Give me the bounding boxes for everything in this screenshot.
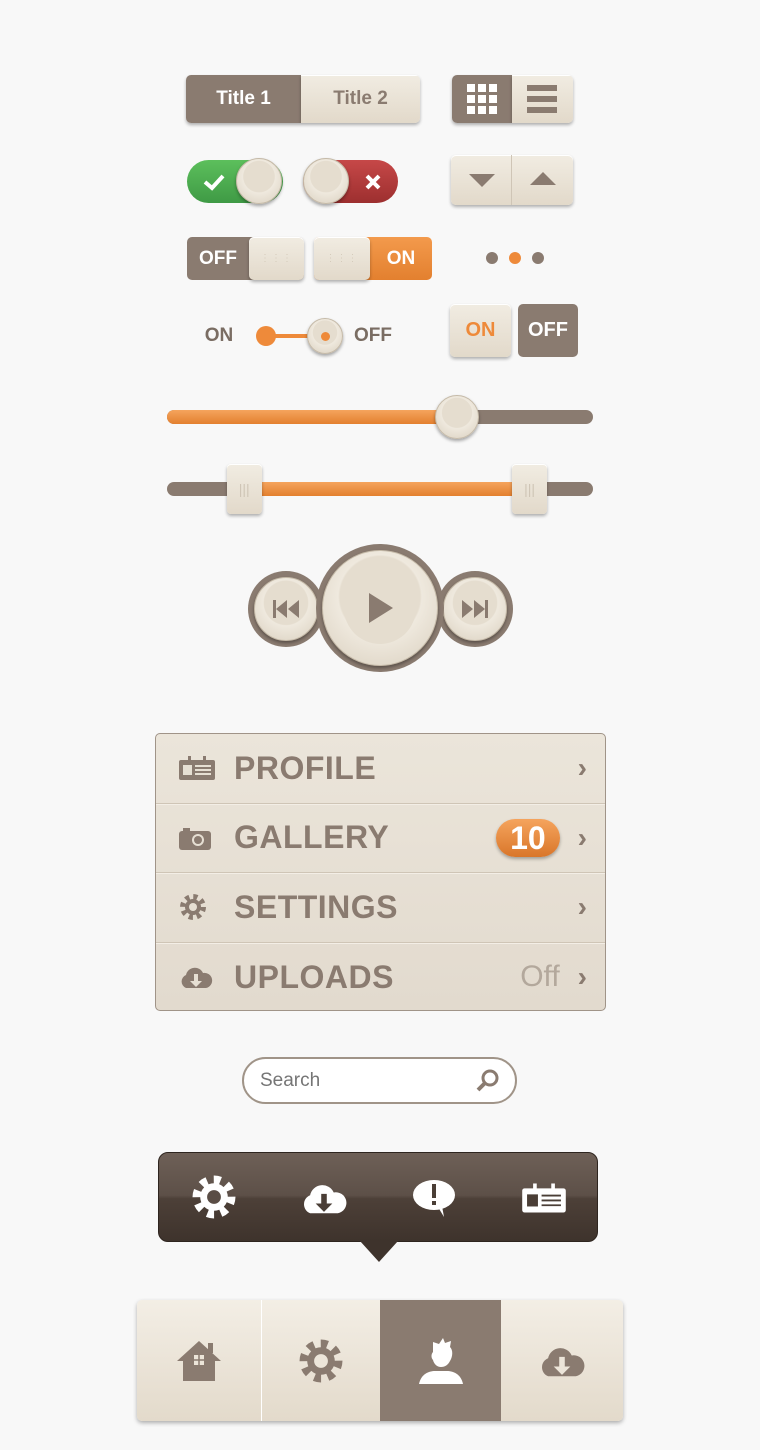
- next-button[interactable]: [437, 571, 513, 647]
- slider-knob[interactable]: [434, 395, 479, 439]
- previous-icon: [273, 600, 299, 618]
- cloud-download-icon: [181, 968, 213, 989]
- id-card-icon: [179, 756, 215, 781]
- switch-handle[interactable]: ⋮⋮⋮: [314, 237, 370, 280]
- menu-list: PROFILE › GALLERY 10 › SETTINGS › UPLOAD…: [155, 733, 606, 1011]
- count-badge: 10: [496, 818, 560, 857]
- grid-view-button[interactable]: [452, 75, 512, 123]
- menu-item-label: UPLOADS: [234, 958, 394, 995]
- play-button[interactable]: [316, 544, 444, 672]
- stepper-arrows: [451, 155, 573, 205]
- off-label: OFF: [199, 247, 237, 269]
- menu-item-profile[interactable]: PROFILE ›: [156, 734, 605, 804]
- gear-icon[interactable]: [191, 1174, 237, 1220]
- camera-icon: [179, 827, 211, 850]
- chevron-right-icon: ›: [577, 961, 587, 993]
- tab-downloads[interactable]: [501, 1300, 623, 1421]
- search-box: [242, 1057, 517, 1104]
- cloud-download-icon[interactable]: [299, 1179, 349, 1217]
- cloud-download-icon: [541, 1347, 585, 1376]
- segmented-control: Title 1 Title 2: [186, 75, 420, 123]
- grid-icon: [467, 84, 497, 114]
- list-icon: [527, 85, 557, 113]
- search-icon[interactable]: [475, 1068, 501, 1094]
- previous-button[interactable]: [248, 571, 324, 647]
- off-switch[interactable]: OFF ⋮⋮⋮: [187, 237, 304, 280]
- tab-title-1[interactable]: Title 1: [186, 75, 301, 123]
- tab-home[interactable]: [137, 1300, 262, 1421]
- next-icon: [462, 600, 488, 618]
- popover-pointer: [360, 1241, 398, 1262]
- id-card-icon[interactable]: [521, 1182, 567, 1214]
- up-button[interactable]: [512, 155, 573, 205]
- toggle-knob[interactable]: [303, 158, 349, 204]
- switch-knob[interactable]: [307, 318, 343, 354]
- popover-toolbar: [158, 1152, 598, 1242]
- slider[interactable]: [167, 395, 593, 439]
- on-button[interactable]: ON: [450, 304, 511, 357]
- range-fill: [243, 482, 530, 496]
- on-label: ON: [386, 247, 416, 269]
- gear-icon: [299, 1339, 343, 1382]
- menu-item-label: GALLERY: [234, 819, 390, 856]
- chevron-right-icon: ›: [577, 891, 587, 923]
- mini-off-label: OFF: [354, 325, 392, 346]
- mini-on-label: ON: [204, 325, 234, 346]
- list-view-button[interactable]: [512, 75, 573, 123]
- chevron-down-icon: [469, 174, 495, 187]
- chevron-up-icon: [530, 172, 556, 185]
- close-icon: [365, 174, 381, 190]
- down-button[interactable]: [451, 155, 512, 205]
- alert-bubble-icon[interactable]: [412, 1179, 456, 1219]
- cross-toggle[interactable]: [303, 158, 398, 204]
- menu-item-value: Off: [520, 960, 560, 994]
- home-icon: [177, 1340, 221, 1381]
- menu-item-settings[interactable]: SETTINGS ›: [156, 873, 605, 943]
- tab-bar: [137, 1300, 623, 1421]
- range-handle-low[interactable]: |||: [226, 464, 262, 514]
- media-controls: [248, 544, 513, 674]
- check-toggle[interactable]: [187, 158, 283, 204]
- check-icon: [203, 174, 225, 191]
- chevron-right-icon: ›: [577, 821, 587, 853]
- menu-item-gallery[interactable]: GALLERY 10 ›: [156, 804, 605, 873]
- page-dot-active[interactable]: [509, 252, 521, 264]
- chevron-right-icon: ›: [577, 752, 587, 784]
- toggle-knob[interactable]: [236, 158, 282, 204]
- off-button[interactable]: OFF: [518, 304, 578, 357]
- range-handle-high[interactable]: |||: [512, 464, 548, 514]
- page-dots: [486, 252, 546, 264]
- menu-item-uploads[interactable]: UPLOADS Off ›: [156, 943, 605, 1011]
- user-icon: [418, 1337, 463, 1384]
- play-icon: [369, 593, 393, 623]
- page-dot[interactable]: [532, 252, 544, 264]
- search-input[interactable]: [260, 1069, 460, 1093]
- gear-icon: [180, 894, 206, 921]
- slider-fill: [167, 410, 457, 424]
- tab-profile-active[interactable]: [380, 1300, 501, 1421]
- tab-title-2[interactable]: Title 2: [301, 75, 420, 123]
- tab-settings[interactable]: [262, 1300, 380, 1421]
- menu-item-label: SETTINGS: [234, 888, 399, 925]
- on-switch[interactable]: ⋮⋮⋮ ON: [314, 237, 432, 280]
- menu-item-label: PROFILE: [234, 749, 377, 786]
- range-slider[interactable]: ||| |||: [167, 464, 593, 514]
- mini-switch[interactable]: [256, 318, 346, 354]
- view-toggle: [452, 75, 573, 123]
- page-dot[interactable]: [486, 252, 498, 264]
- switch-handle[interactable]: ⋮⋮⋮: [249, 237, 304, 280]
